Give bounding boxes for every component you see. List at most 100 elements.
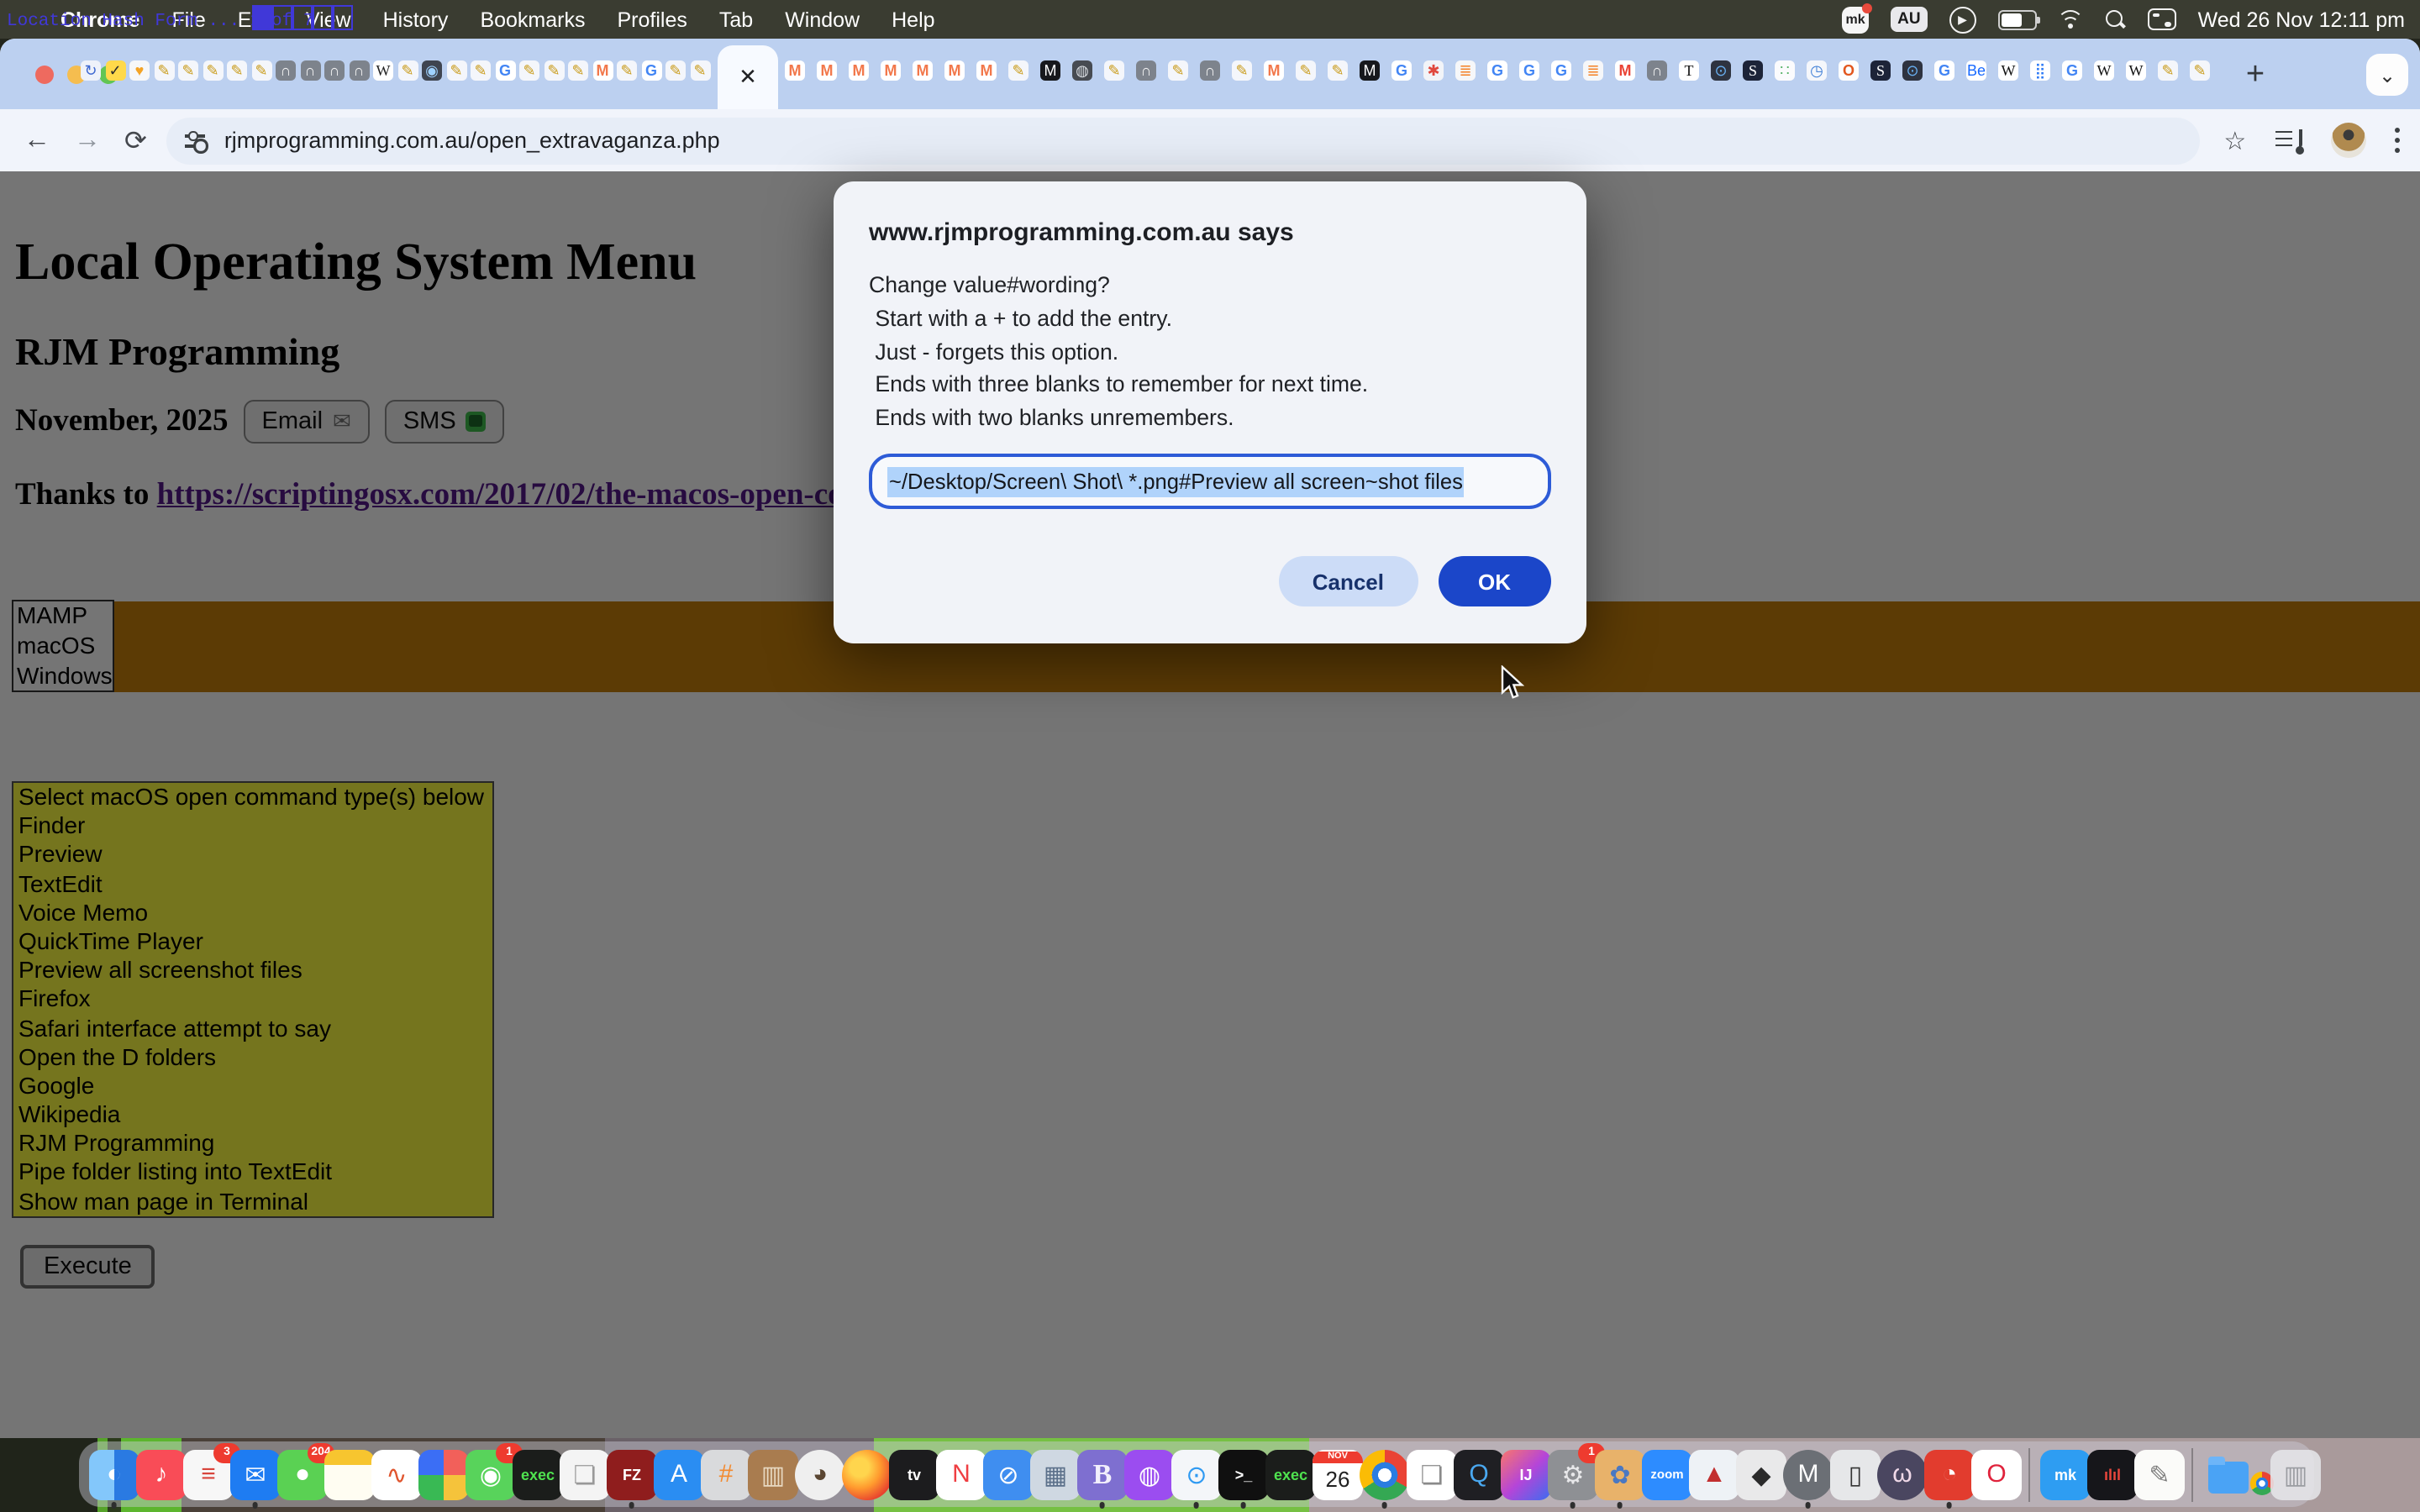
dock-item-libreoffice[interactable]: ❏ [1407, 1449, 1457, 1499]
dock-item-finder[interactable]: ◐ [89, 1449, 139, 1499]
media-controls-icon[interactable] [2275, 129, 2302, 152]
tab-favicon-mammoth[interactable]: ∩ [1136, 60, 1156, 81]
dock-item-facetime[interactable]: ◉1 [466, 1449, 516, 1499]
tab-favicon-clock[interactable]: ◷ [1807, 60, 1827, 81]
close-tab-icon[interactable]: ✕ [739, 64, 757, 91]
dock-item-palette[interactable]: ✿ [1595, 1449, 1645, 1499]
reload-button[interactable]: ⟳ [124, 123, 147, 157]
active-tab[interactable]: ✕ [718, 45, 778, 109]
tab-favicon-pencil[interactable]: ✎ [568, 60, 588, 81]
tab-favicon-mblack[interactable]: M [1040, 60, 1060, 81]
tab-favicon-nyt[interactable]: T [1679, 60, 1699, 81]
new-tab-button[interactable]: + [2235, 55, 2275, 96]
dock-item-app-store[interactable]: A [654, 1449, 704, 1499]
tab-favicon-safari[interactable]: ⊙ [1711, 60, 1731, 81]
tab-favicon-mamp[interactable]: M [913, 60, 933, 81]
tab-favicon-google[interactable]: G [495, 60, 515, 81]
tab-favicon-dots[interactable]: ∷ [1775, 60, 1795, 81]
tab-favicon-grid[interactable]: ⣿ [2030, 60, 2050, 81]
dock-item-podcasts[interactable]: ◍ [1124, 1449, 1175, 1499]
tab-favicon-globe[interactable]: ◍ [1072, 60, 1092, 81]
menu-help[interactable]: Help [892, 8, 934, 31]
tab-favicon-pencil[interactable]: ✎ [446, 60, 466, 81]
dock-item-contacts[interactable]: ▥ [748, 1449, 798, 1499]
dock-item-cat-app[interactable]: ω [1877, 1449, 1928, 1499]
tab-favicon-pencil[interactable]: ✎ [544, 60, 564, 81]
control-center-icon[interactable] [2148, 8, 2176, 30]
tab-favicon-pencil[interactable]: ✎ [178, 60, 198, 81]
dock-item-mamp[interactable]: M [1783, 1449, 1833, 1499]
menu-bookmarks[interactable]: Bookmarks [480, 8, 585, 31]
tab-favicon-sdark[interactable]: S [1743, 60, 1763, 81]
tab-favicon-mammoth[interactable]: ∩ [276, 60, 296, 81]
menu-history[interactable]: History [383, 8, 449, 31]
tab-favicon-pencil[interactable]: ✎ [519, 60, 539, 81]
dock-item-terminal-exec-2[interactable]: exec [1265, 1449, 1316, 1499]
prompt-input[interactable]: ~/Desktop/Screen\ Shot\ *.png#Preview al… [869, 454, 1551, 509]
tab-favicon-wserif[interactable]: W [2094, 60, 2114, 81]
tab-favicon-google[interactable]: G [1392, 60, 1412, 81]
keyboard-layout-indicator[interactable]: AU [1891, 7, 1927, 32]
tab-favicon-stack[interactable]: ≣ [1455, 60, 1476, 81]
tab-favicon-pencil[interactable]: ✎ [397, 60, 418, 81]
dock-item-intellij[interactable]: IJ [1501, 1449, 1551, 1499]
url-text[interactable]: rjmprogramming.com.au/open_extravaganza.… [224, 128, 720, 153]
tab-favicon-mamp[interactable]: M [592, 60, 613, 81]
tab-favicon-pencil[interactable]: ✎ [2190, 60, 2210, 81]
tab-favicon-pencil[interactable]: ✎ [1328, 60, 1348, 81]
dock-item-opera[interactable]: O [1971, 1449, 2022, 1499]
dock-item-b-editor[interactable]: B [1077, 1449, 1128, 1499]
tab-favicon-check[interactable]: ✓ [105, 60, 125, 81]
site-settings-icon[interactable] [184, 129, 208, 152]
dock-item-cmake[interactable]: ▲ [1689, 1449, 1739, 1499]
dock-item-terminal-exec[interactable]: exec [513, 1449, 563, 1499]
menu-bar-clock[interactable]: Wed 26 Nov 12:11 pm [2198, 8, 2405, 31]
tab-favicon-mamp[interactable]: M [817, 60, 837, 81]
dock-item-firefox[interactable] [842, 1449, 892, 1499]
tab-favicon-mamp[interactable]: M [785, 60, 805, 81]
tab-favicon-mamp[interactable]: M [1264, 60, 1284, 81]
dock-item-freeform[interactable]: ∿ [371, 1449, 422, 1499]
tab-favicon-pencil[interactable]: ✎ [2158, 60, 2178, 81]
tab-favicon-wheel[interactable]: ✱ [1423, 60, 1444, 81]
tab-favicon-mamp[interactable]: M [849, 60, 869, 81]
dock-item-inkscape[interactable]: ◆ [1736, 1449, 1786, 1499]
tab-favicon-sdark[interactable]: S [1870, 60, 1891, 81]
tab-favicon-heart[interactable]: ♥ [129, 60, 150, 81]
dock-item-reminders[interactable]: ≡3 [183, 1449, 234, 1499]
tab-favicon-safari[interactable]: ⊙ [1902, 60, 1923, 81]
tab-favicon-pencil[interactable]: ✎ [617, 60, 637, 81]
cancel-button[interactable]: Cancel [1279, 556, 1418, 606]
tab-favicon-pencil[interactable]: ✎ [227, 60, 247, 81]
dock-item-gauge-app[interactable]: ◔ [1924, 1449, 1975, 1499]
tab-favicon-wiki[interactable]: W [373, 60, 393, 81]
dock-item-gimp[interactable]: ◕ [795, 1449, 845, 1499]
address-bar[interactable]: rjmprogramming.com.au/open_extravaganza.… [167, 117, 2201, 164]
profile-avatar[interactable] [2330, 123, 2365, 158]
tab-favicon-mammoth[interactable]: ∩ [349, 60, 369, 81]
dock-item-apple-tv[interactable]: tv [889, 1449, 939, 1499]
tab-favicon-pencil[interactable]: ✎ [471, 60, 491, 81]
dock-item-music[interactable]: ♪ [136, 1449, 187, 1499]
tab-favicon-behance[interactable]: Be [1966, 60, 1986, 81]
tab-favicon-google[interactable]: G [641, 60, 661, 81]
dock-item-messages[interactable]: ●204 [277, 1449, 328, 1499]
tab-favicon-pencil[interactable]: ✎ [1296, 60, 1316, 81]
dock-item-downloads[interactable] [2203, 1449, 2254, 1499]
dock-item-voice-memos[interactable]: ılıl [2087, 1449, 2138, 1499]
menu-profiles[interactable]: Profiles [618, 8, 687, 31]
tab-favicon-wserif[interactable]: W [1998, 60, 2018, 81]
tab-favicon-gmail[interactable]: M [1615, 60, 1635, 81]
tab-favicon-pencil[interactable]: ✎ [1104, 60, 1124, 81]
tab-favicon-google[interactable]: G [1487, 60, 1507, 81]
dock-item-mail[interactable]: ✉ [230, 1449, 281, 1499]
menu-window[interactable]: Window [785, 8, 860, 31]
tab-favicon-mamp[interactable]: M [881, 60, 901, 81]
battery-icon[interactable] [1998, 9, 2037, 29]
dock-item-textedit[interactable]: ✎ [2134, 1449, 2185, 1499]
tab-favicon-mammoth[interactable]: ∩ [324, 60, 345, 81]
tab-favicon-stack[interactable]: ≣ [1583, 60, 1603, 81]
dock-item-no-sign[interactable]: ⊘ [983, 1449, 1034, 1499]
dock-item-trash[interactable]: ▥ [2270, 1449, 2321, 1499]
forward-button[interactable]: → [74, 125, 101, 155]
